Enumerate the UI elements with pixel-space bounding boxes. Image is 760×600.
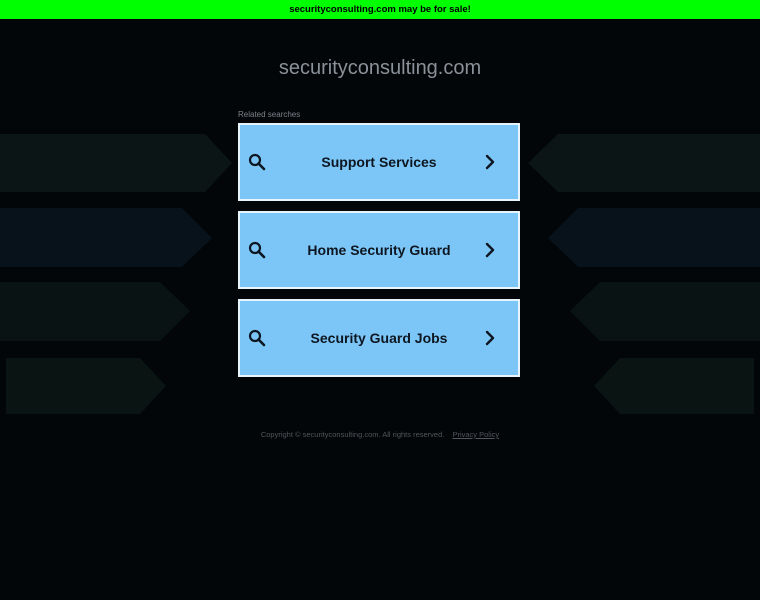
copyright-text: Copyright © securityconsulting.com. All … <box>260 430 445 439</box>
bg-arrow-left-1 <box>0 134 232 192</box>
bg-arrow-right-3 <box>570 282 760 341</box>
bg-arrow-left-3 <box>0 282 190 341</box>
related-search-support-services[interactable]: Support Services <box>238 123 520 201</box>
search-icon <box>248 153 266 171</box>
related-search-label: Home Security Guard <box>307 242 451 258</box>
domain-title: securityconsulting.com <box>278 57 482 79</box>
chevron-right-icon <box>485 330 495 346</box>
bg-arrow-left-2 <box>0 208 212 267</box>
related-search-label: Support Services <box>321 154 437 170</box>
chevron-right-icon <box>485 242 495 258</box>
related-search-security-guard-jobs[interactable]: Security Guard Jobs <box>238 299 520 377</box>
search-icon <box>248 329 266 347</box>
page: securityconsulting.com may be for sale! … <box>0 0 760 600</box>
footer: Copyright © securityconsulting.com. All … <box>0 430 760 439</box>
for-sale-link[interactable]: securityconsulting.com may be for sale! <box>289 4 471 15</box>
search-icon <box>248 241 266 259</box>
related-search-label: Security Guard Jobs <box>310 330 448 346</box>
bg-arrow-right-2 <box>548 208 760 267</box>
privacy-policy-link[interactable]: Privacy Policy <box>452 430 499 439</box>
bg-arrow-right-1 <box>528 134 760 192</box>
chevron-right-icon <box>485 154 495 170</box>
bg-arrow-right-4 <box>594 358 754 414</box>
related-search-home-security-guard[interactable]: Home Security Guard <box>238 211 520 289</box>
bg-arrow-left-4 <box>6 358 166 414</box>
for-sale-banner[interactable]: securityconsulting.com may be for sale! <box>0 0 760 19</box>
related-searches-label: Related searches <box>238 110 301 119</box>
